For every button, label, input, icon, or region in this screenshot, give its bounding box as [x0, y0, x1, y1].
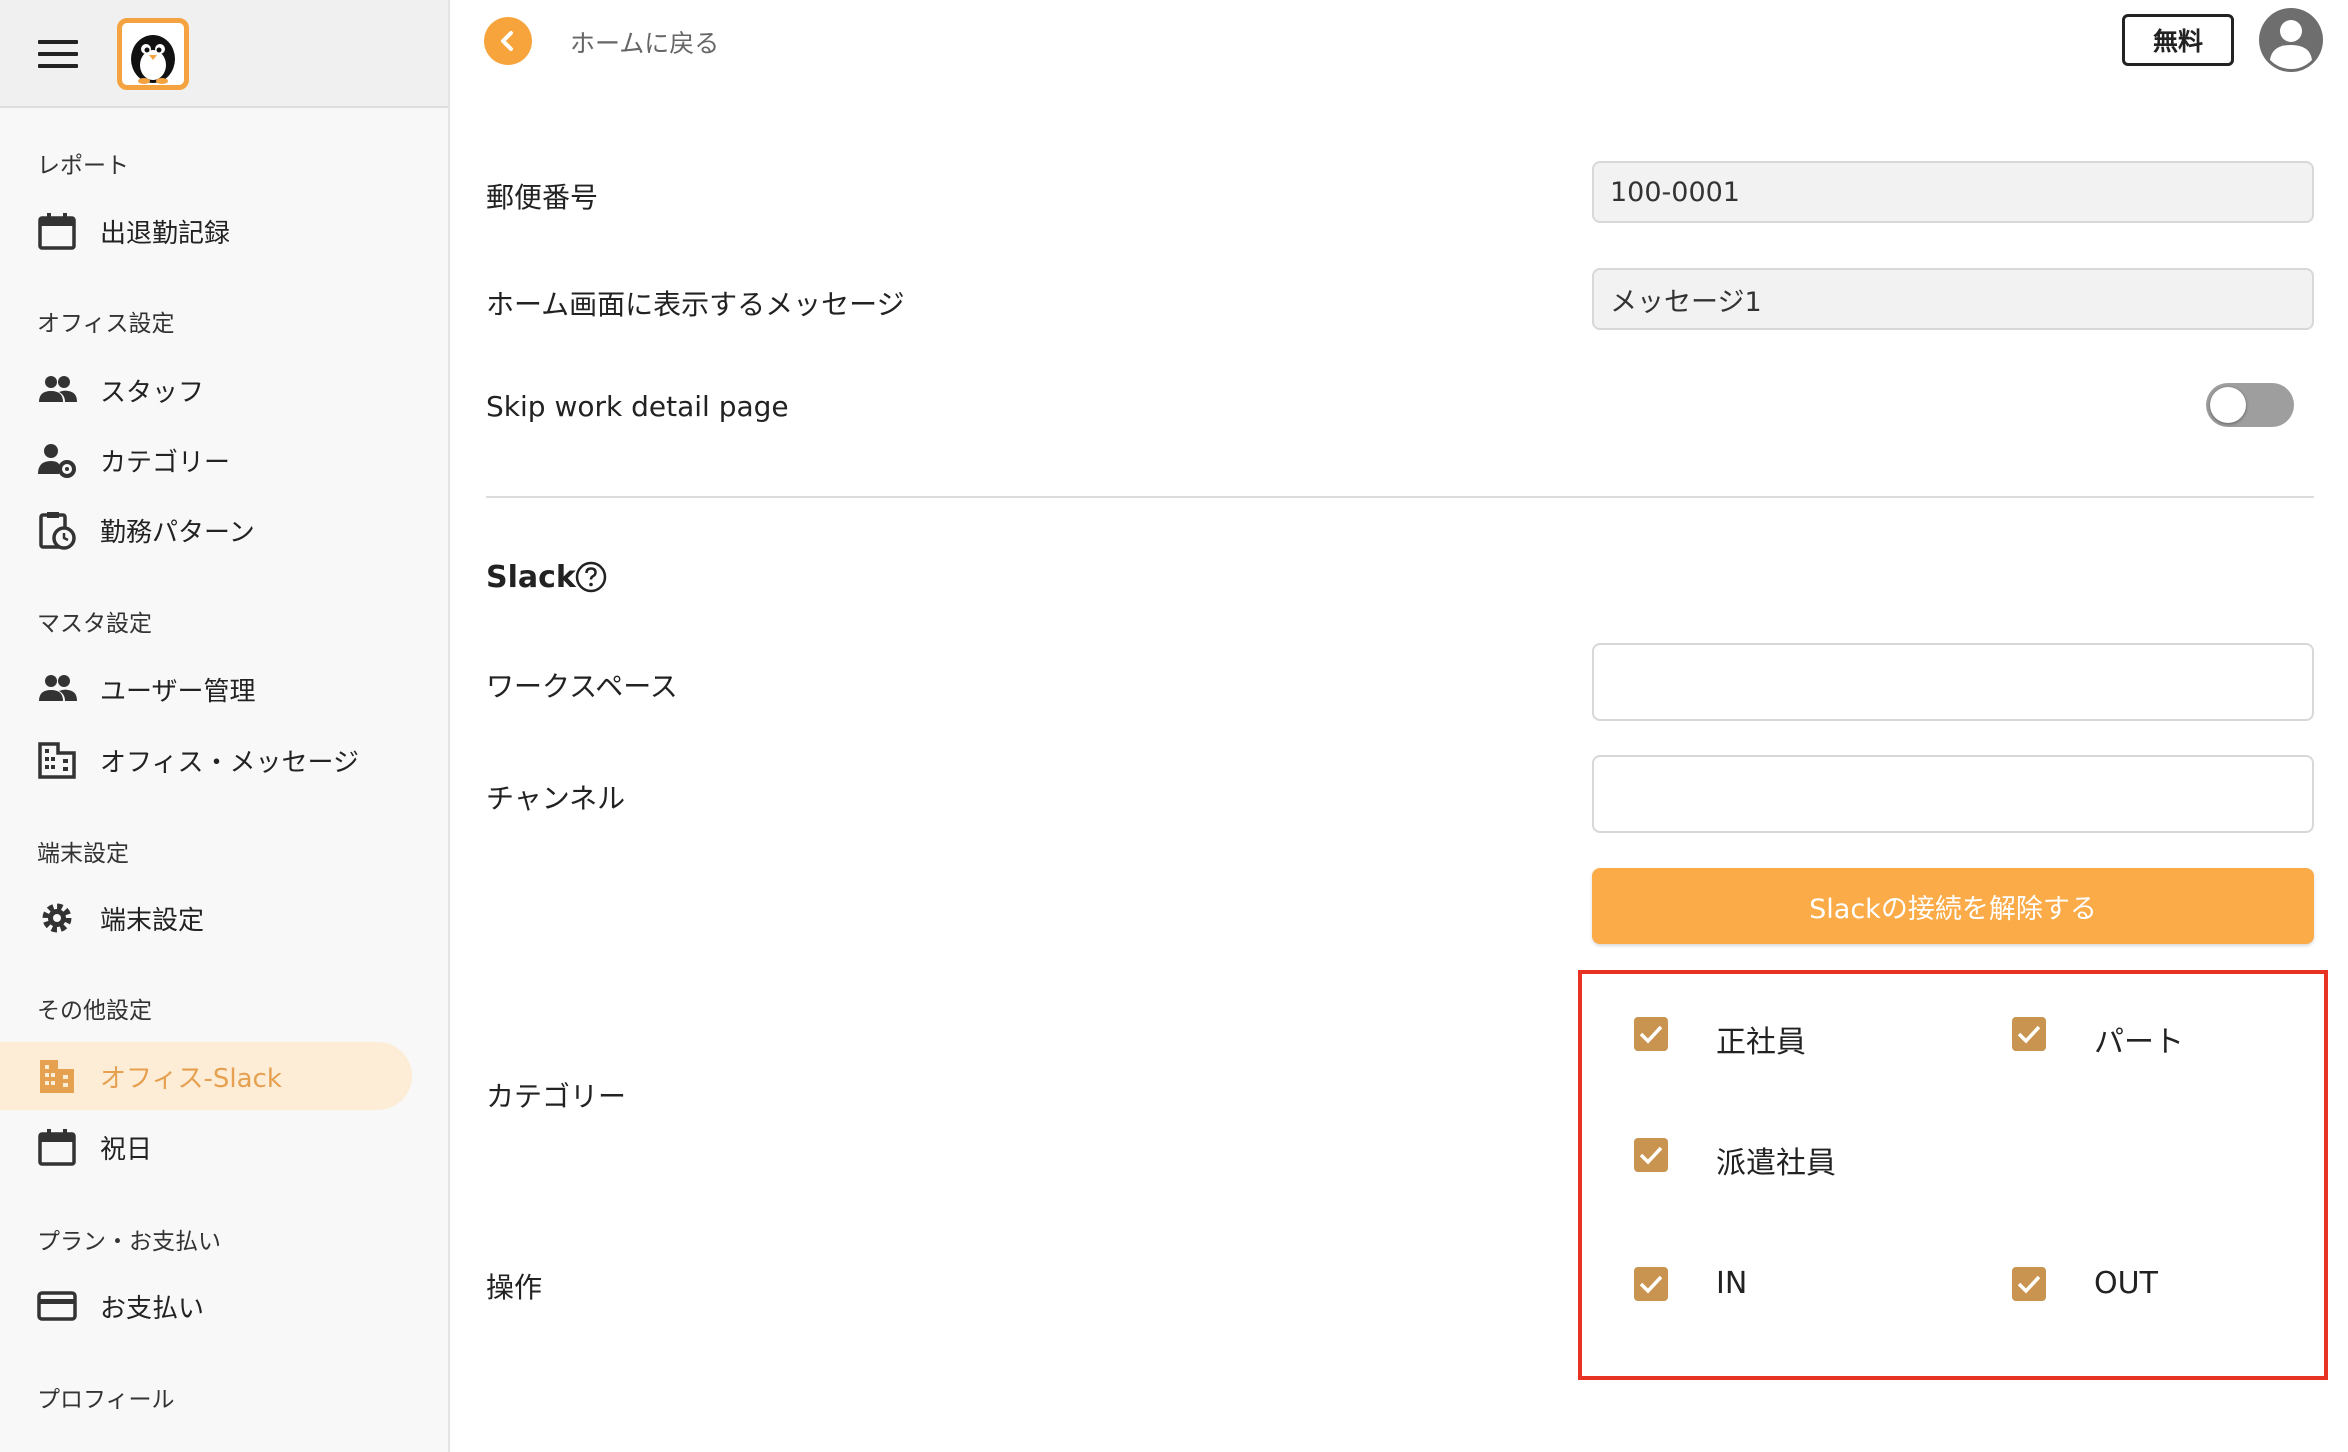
people-icon	[39, 675, 77, 701]
gear-icon	[42, 903, 72, 933]
sidebar-item-device-settings[interactable]: 端末設定	[0, 884, 412, 952]
operation-label: 操作	[486, 1271, 543, 1304]
section-plan: プラン・お支払い	[37, 1229, 221, 1255]
postal-label: 郵便番号	[486, 181, 599, 214]
person-gear-icon	[38, 444, 76, 478]
category-label: カテゴリー	[486, 1080, 627, 1113]
sidebar-item-label: 勤務パターン	[100, 517, 255, 548]
divider	[486, 496, 2314, 498]
main-content: ホームに戻る 無料 郵便番号 100-0001 ホーム画面に表示するメッセージ …	[452, 0, 2348, 1452]
chevron-left-icon	[501, 31, 513, 51]
section-report: レポート	[37, 153, 129, 179]
sidebar-item-staff[interactable]: スタッフ	[0, 356, 412, 424]
home-message-field[interactable]: メッセージ1	[1592, 268, 2314, 330]
sidebar-item-holiday[interactable]: 祝日	[0, 1113, 412, 1181]
check-icon	[2017, 1025, 2041, 1044]
category-checkbox-part[interactable]	[2012, 1017, 2046, 1051]
section-profile: プロフィール	[37, 1387, 175, 1413]
sidebar-item-attendance[interactable]: 出退勤記録	[0, 197, 412, 265]
clipboard-clock-icon	[39, 512, 76, 550]
calendar-icon	[38, 213, 76, 250]
sidebar-item-label: カテゴリー	[100, 447, 231, 478]
category-checkbox-regular[interactable]	[1634, 1017, 1668, 1051]
section-other: その他設定	[37, 998, 152, 1024]
section-device: 端末設定	[37, 841, 129, 867]
sidebar-item-payment[interactable]: お支払い	[0, 1272, 412, 1340]
avatar-icon[interactable]	[2258, 7, 2324, 73]
building-icon	[38, 742, 76, 779]
workspace-field[interactable]	[1592, 643, 2314, 721]
slack-section-title: Slack	[486, 560, 576, 595]
sidebar-item-label: ユーザー管理	[100, 676, 256, 707]
app-logo[interactable]	[117, 18, 189, 90]
operation-label-in: IN	[1716, 1266, 1748, 1301]
people-icon	[39, 376, 77, 402]
sidebar-item-label: 出退勤記録	[100, 218, 231, 249]
sidebar-item-office-message[interactable]: オフィス・メッセージ	[0, 726, 412, 794]
postal-field[interactable]: 100-0001	[1592, 161, 2314, 223]
toggle-knob	[2210, 387, 2246, 423]
back-button[interactable]	[484, 17, 532, 65]
slack-disconnect-button[interactable]: Slackの接続を解除する	[1592, 868, 2314, 944]
menu-icon[interactable]	[38, 40, 78, 68]
check-icon	[1639, 1275, 1663, 1294]
sidebar: レポート 出退勤記録 オフィス設定 スタッフ カテゴリー 勤務パターン マスタ設…	[0, 0, 450, 1452]
sidebar-item-category[interactable]: カテゴリー	[0, 426, 412, 494]
sidebar-item-label: お支払い	[100, 1293, 205, 1324]
section-master: マスタ設定	[37, 611, 152, 637]
sidebar-item-label: スタッフ	[100, 377, 205, 408]
category-label-dispatch: 派遣社員	[1716, 1146, 1836, 1181]
operation-checkbox-in[interactable]	[1634, 1267, 1668, 1301]
highlight-frame	[1578, 970, 2328, 1380]
sidebar-item-label: 端末設定	[100, 905, 205, 936]
section-office: オフィス設定	[37, 311, 175, 337]
calendar-icon	[38, 1129, 76, 1166]
operation-checkbox-out[interactable]	[2012, 1267, 2046, 1301]
building-icon	[40, 1060, 74, 1093]
category-label-regular: 正社員	[1716, 1025, 1806, 1060]
operation-label-out: OUT	[2094, 1266, 2158, 1301]
credit-card-icon	[37, 1291, 77, 1321]
sidebar-item-work-pattern[interactable]: 勤務パターン	[0, 496, 412, 564]
home-message-label: ホーム画面に表示するメッセージ	[486, 288, 905, 321]
check-icon	[2017, 1275, 2041, 1294]
category-checkbox-dispatch[interactable]	[1634, 1138, 1668, 1172]
sidebar-item-label: 祝日	[100, 1134, 153, 1165]
channel-field[interactable]	[1592, 755, 2314, 833]
channel-label: チャンネル	[486, 782, 626, 815]
check-icon	[1639, 1025, 1663, 1044]
check-icon	[1639, 1146, 1663, 1165]
sidebar-item-office-slack[interactable]: オフィス-Slack	[0, 1042, 412, 1110]
category-label-part: パート	[2094, 1025, 2184, 1060]
sidebar-item-label: オフィス・メッセージ	[100, 747, 359, 778]
sidebar-item-label: オフィス-Slack	[100, 1063, 282, 1094]
sidebar-header	[0, 0, 448, 108]
sidebar-item-user-management[interactable]: ユーザー管理	[0, 655, 412, 723]
skip-work-detail-toggle[interactable]	[2206, 383, 2294, 427]
back-link[interactable]: ホームに戻る	[570, 24, 719, 60]
plan-badge-button[interactable]: 無料	[2122, 14, 2234, 66]
workspace-label: ワークスペース	[486, 670, 678, 703]
help-icon[interactable]	[574, 560, 608, 594]
skip-work-detail-label: Skip work detail page	[486, 390, 789, 423]
